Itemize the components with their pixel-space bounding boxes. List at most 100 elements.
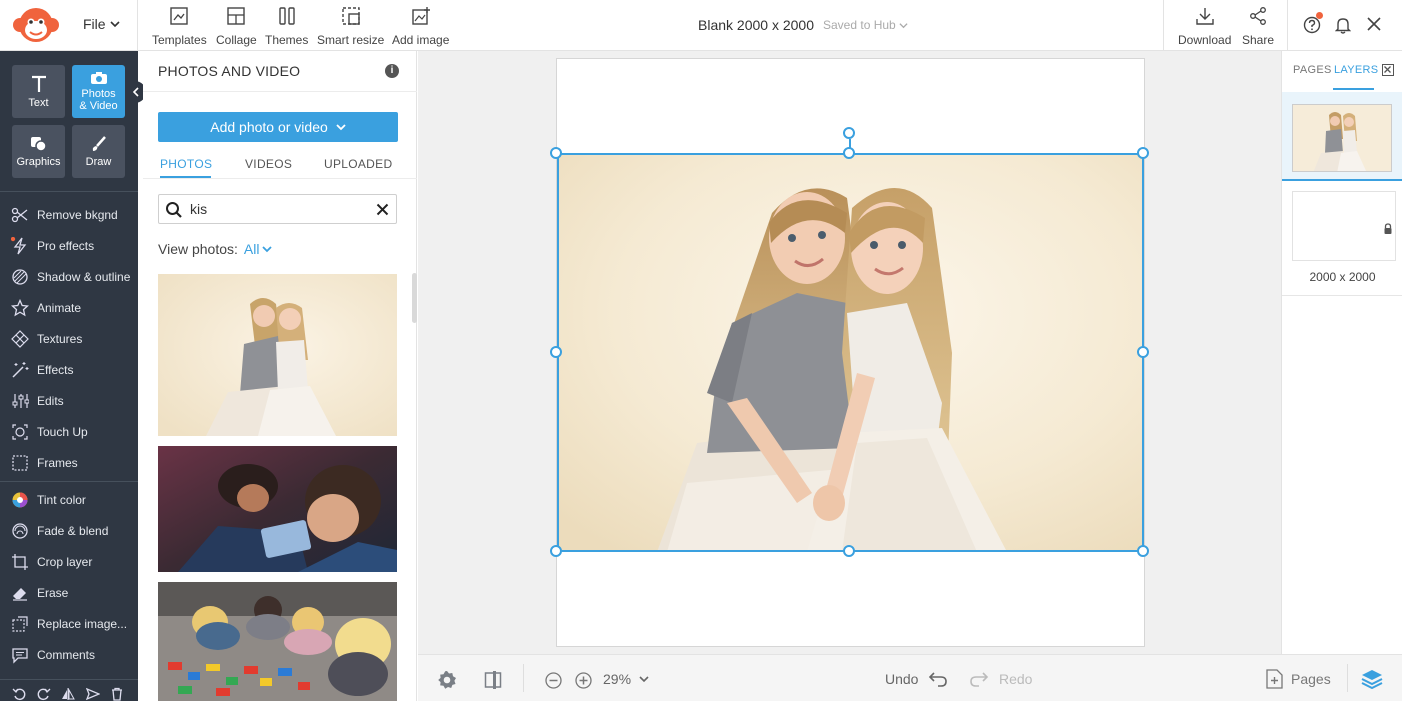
rail-item-textures[interactable]: Textures	[0, 323, 138, 354]
settings-button[interactable]	[437, 670, 457, 690]
resize-handle-bottom[interactable]	[843, 545, 855, 557]
resize-handle-right[interactable]	[1137, 346, 1149, 358]
rail-item-label: Pro effects	[37, 238, 95, 253]
download-button[interactable]: Download	[1178, 6, 1231, 47]
help-button[interactable]	[1303, 12, 1323, 34]
view-photos-dropdown[interactable]: All	[244, 241, 273, 257]
info-icon[interactable]: i	[385, 64, 399, 78]
pages-button[interactable]: Pages	[1266, 669, 1331, 689]
add-image-button[interactable]: Add image	[392, 6, 449, 47]
share-button[interactable]: Share	[1242, 6, 1274, 47]
layer-label: 2000 x 2000	[1309, 270, 1376, 284]
resize-handle-bottom-left[interactable]	[550, 545, 562, 557]
notifications-button[interactable]	[1335, 16, 1351, 34]
rail-item-crop-layer[interactable]: Crop layer	[0, 546, 138, 577]
document-title[interactable]: Blank 2000 x 2000	[698, 17, 814, 33]
resize-handle-top-left[interactable]	[550, 147, 562, 159]
close-icon	[1384, 66, 1391, 73]
photos-video-tool-button[interactable]: Photos & Video	[72, 65, 125, 118]
tab-layers[interactable]: LAYERS	[1334, 64, 1378, 76]
download-icon	[1195, 8, 1214, 25]
trash-icon[interactable]	[110, 687, 124, 701]
photo-layer[interactable]	[557, 153, 1144, 552]
rail-item-effects[interactable]: Effects	[0, 354, 138, 385]
rotate-right-icon[interactable]	[37, 687, 51, 701]
clear-search-icon[interactable]	[376, 203, 389, 216]
photo-thumbnail[interactable]	[158, 446, 397, 572]
monkey-logo-icon	[13, 8, 59, 42]
draw-tool-button[interactable]: Draw	[72, 125, 125, 178]
app-logo[interactable]	[12, 6, 60, 44]
rail-item-pro-effects[interactable]: Pro effects	[0, 230, 138, 261]
rail-item-fade-blend[interactable]: Fade & blend	[0, 515, 138, 546]
photos-video-tool-label: Photos & Video	[79, 88, 118, 112]
rail-item-comments[interactable]: Comments	[0, 639, 138, 670]
resize-handle-left[interactable]	[550, 346, 562, 358]
textures-icon	[11, 329, 29, 348]
themes-button[interactable]: Themes	[265, 6, 308, 47]
redo-button[interactable]: Redo	[969, 671, 1032, 687]
search-input[interactable]	[190, 199, 370, 219]
rail-item-shadow-outline[interactable]: Shadow & outline	[0, 261, 138, 292]
tab-videos[interactable]: VIDEOS	[245, 157, 292, 171]
redo-label: Redo	[999, 671, 1033, 687]
file-menu[interactable]: File	[83, 16, 120, 32]
templates-button[interactable]: Templates	[152, 6, 207, 47]
rail-item-label: Comments	[37, 647, 96, 662]
rail-item-animate[interactable]: Animate	[0, 292, 138, 323]
undo-label: Undo	[885, 671, 919, 687]
resize-handle-top-right[interactable]	[1137, 147, 1149, 159]
undo-button[interactable]: Undo	[885, 671, 948, 687]
rail-item-label: Erase	[37, 585, 69, 600]
rail-item-remove-bkgnd[interactable]: Remove bkgnd	[0, 199, 138, 230]
top-toolbar: File Templates Collage Themes Smart resi…	[0, 0, 1402, 51]
rotate-left-icon[interactable]	[12, 687, 26, 701]
close-panel-button[interactable]	[1382, 64, 1394, 76]
photo-boys-tablet	[158, 446, 397, 572]
zoom-level-dropdown[interactable]: 29%	[603, 671, 649, 687]
layout-toggle-button[interactable]	[484, 670, 502, 690]
text-tool-button[interactable]: Text	[12, 65, 65, 118]
photo-thumbnail[interactable]	[158, 582, 397, 701]
add-photo-video-button[interactable]: Add photo or video	[158, 112, 398, 142]
rail-item-label: Touch Up	[37, 424, 88, 439]
flip-icon[interactable]	[61, 687, 75, 701]
rotate-handle[interactable]	[843, 127, 855, 139]
rail-item-label: Crop layer	[37, 554, 93, 569]
graphics-tool-button[interactable]: Graphics	[12, 125, 65, 178]
resize-handle-top[interactable]	[843, 147, 855, 159]
rail-item-label: Fade & blend	[37, 523, 109, 538]
rail-item-replace-image[interactable]: Replace image...	[0, 608, 138, 639]
graphics-icon	[30, 137, 47, 152]
crop-icon	[12, 553, 28, 570]
rail-item-erase[interactable]: Erase	[0, 577, 138, 608]
resize-handle-bottom-right[interactable]	[1137, 545, 1149, 557]
redo-icon	[970, 672, 989, 687]
zoom-in-button[interactable]	[575, 672, 592, 689]
gear-icon	[438, 671, 456, 689]
rail-item-tint-color[interactable]: Tint color	[0, 484, 138, 515]
rail-item-touch-up[interactable]: Touch Up	[0, 416, 138, 447]
tool-rail: Text Photos & Video Graphics Draw Remove…	[0, 51, 138, 701]
lightning-icon	[11, 236, 27, 254]
close-button[interactable]	[1367, 17, 1381, 31]
collage-button[interactable]: Collage	[216, 6, 257, 47]
divider	[1287, 0, 1288, 50]
send-icon[interactable]	[86, 687, 100, 701]
photos-panel: PHOTOS AND VIDEO i Add photo or video PH…	[143, 51, 417, 701]
smart-resize-button[interactable]: Smart resize	[317, 6, 384, 47]
rail-item-frames[interactable]: Frames	[0, 447, 138, 478]
zoom-out-button[interactable]	[545, 672, 562, 689]
layers-toggle-button[interactable]	[1361, 669, 1383, 689]
tab-uploaded[interactable]: UPLOADED	[324, 157, 392, 171]
save-status[interactable]: Saved to Hub	[823, 18, 908, 32]
rail-item-edits[interactable]: Edits	[0, 385, 138, 416]
tab-photos[interactable]: PHOTOS	[160, 157, 212, 171]
panel-scrollbar[interactable]	[412, 273, 417, 323]
lock-icon[interactable]	[1381, 222, 1395, 236]
tab-pages[interactable]: PAGES	[1293, 64, 1332, 76]
layer-item-photo[interactable]	[1282, 92, 1402, 181]
photo-thumbnail[interactable]	[158, 274, 397, 436]
active-tab-indicator	[1333, 88, 1374, 90]
save-status-label: Saved to Hub	[823, 18, 896, 32]
